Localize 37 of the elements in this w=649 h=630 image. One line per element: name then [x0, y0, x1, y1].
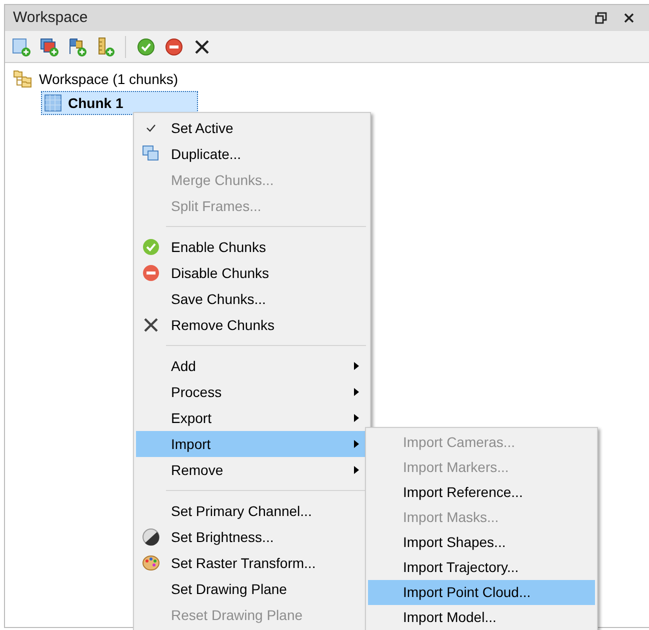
submenu-arrow-icon: [354, 440, 358, 448]
submenu-arrow-icon: [354, 362, 358, 370]
menu-item[interactable]: Add: [136, 353, 368, 379]
enable-icon: [142, 238, 160, 256]
menu-item[interactable]: Remove Chunks: [136, 312, 368, 338]
menu-item[interactable]: Import: [136, 431, 368, 457]
palette-icon: [142, 554, 160, 572]
duplicate-icon: [142, 145, 160, 163]
menu-item[interactable]: Import Trajectory...: [368, 555, 595, 580]
submenu-arrow-icon: [354, 466, 358, 474]
restore-icon: [595, 12, 607, 24]
menu-item[interactable]: Duplicate...: [136, 141, 368, 167]
panel-title: Workspace: [13, 8, 88, 28]
menu-item[interactable]: Import Model...: [368, 605, 595, 630]
folders-icon: [13, 70, 33, 88]
chunk-icon: [44, 94, 62, 112]
menu-item[interactable]: Set Drawing Plane: [136, 576, 368, 602]
menu-item[interactable]: Set Primary Channel...: [136, 498, 368, 524]
menu-item[interactable]: Enable Chunks: [136, 234, 368, 260]
remove-icon: [142, 316, 160, 334]
menu-item[interactable]: Export: [136, 405, 368, 431]
menu-item[interactable]: Import Shapes...: [368, 530, 595, 555]
brightness-icon: [142, 528, 160, 546]
menu-item[interactable]: Save Chunks...: [136, 286, 368, 312]
menu-item[interactable]: Set Active: [136, 115, 368, 141]
menu-item[interactable]: Import Point Cloud...: [368, 580, 595, 605]
tree-item[interactable]: Workspace (1 chunks): [13, 67, 645, 91]
close-icon: [623, 12, 635, 24]
menu-item[interactable]: Import Reference...: [368, 480, 595, 505]
checkmark-icon: [146, 124, 156, 132]
menu-item[interactable]: Remove: [136, 457, 368, 483]
menu-item[interactable]: Disable Chunks: [136, 260, 368, 286]
menu-item[interactable]: Process: [136, 379, 368, 405]
submenu-arrow-icon: [354, 414, 358, 422]
tree-item[interactable]: Chunk 1: [41, 91, 198, 115]
disable-icon: [142, 264, 160, 282]
submenu-arrow-icon: [354, 388, 358, 396]
